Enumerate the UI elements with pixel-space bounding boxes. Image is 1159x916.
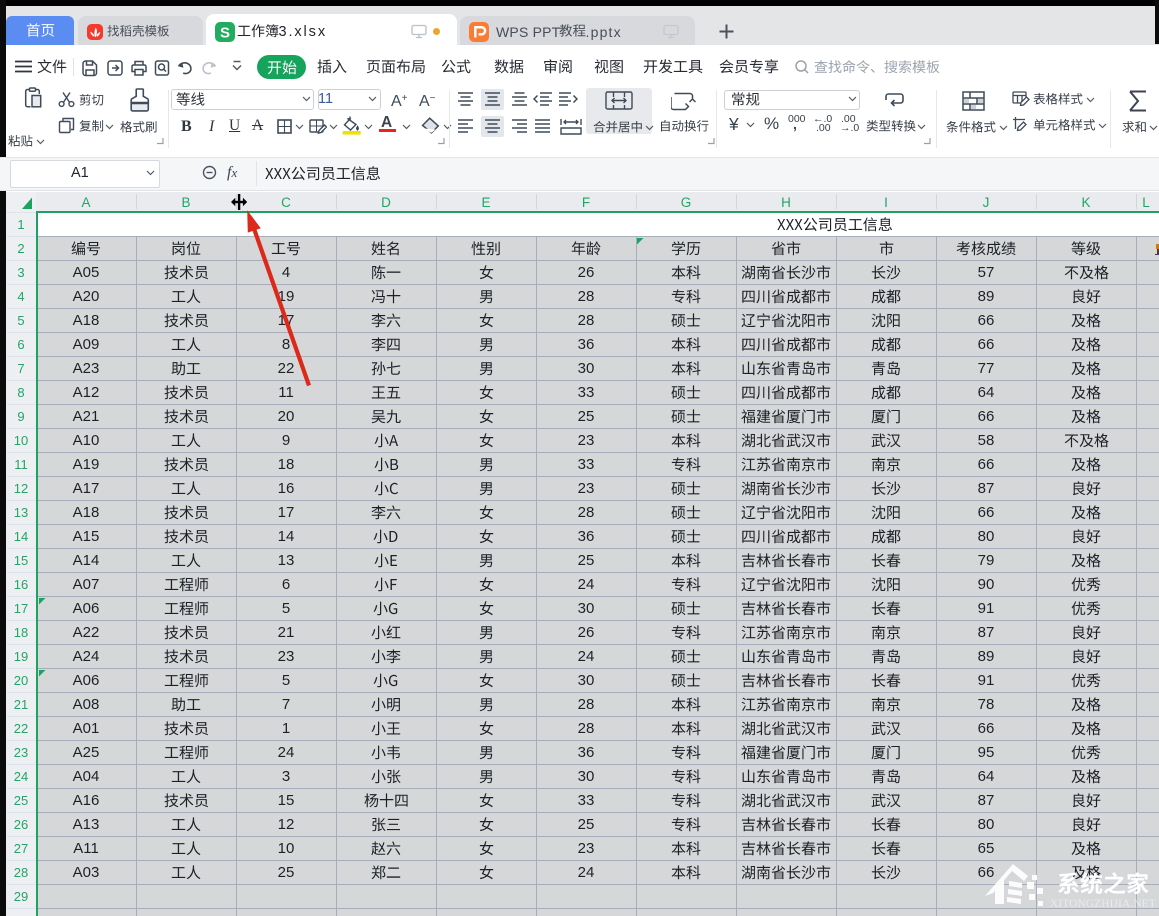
- svg-text:S: S: [220, 25, 230, 42]
